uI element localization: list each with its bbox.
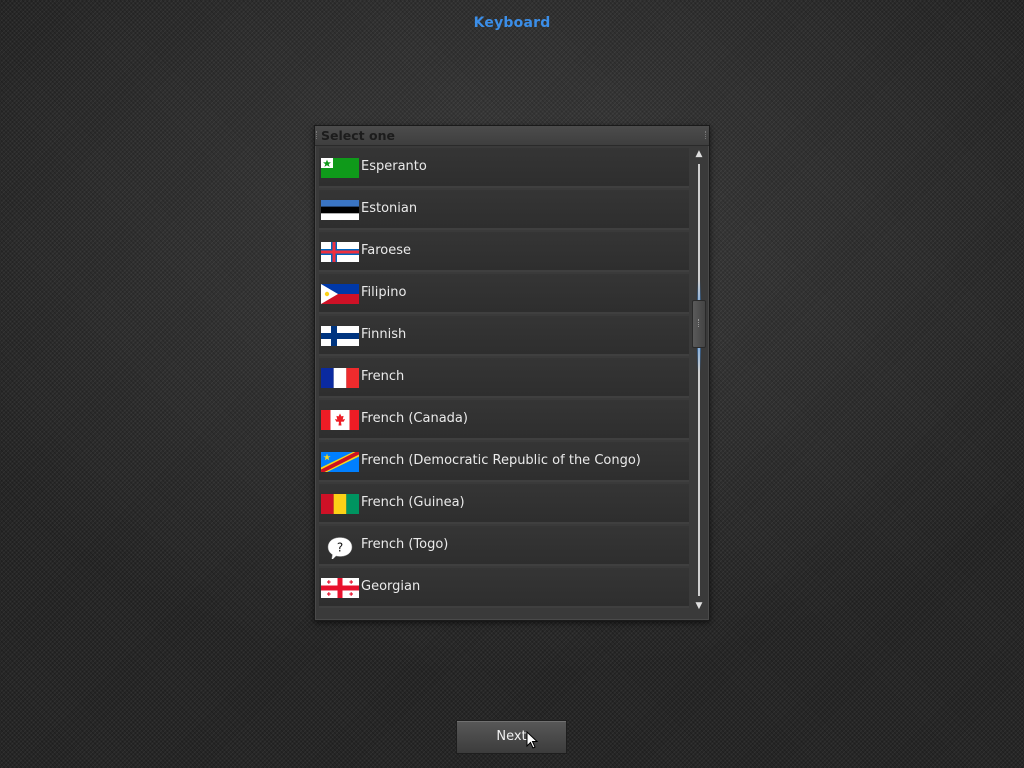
list-item-label: French (361, 369, 405, 384)
list-item-label: Filipino (361, 285, 407, 300)
list-item-french-guinea[interactable]: French (Guinea) (319, 484, 689, 524)
scrollbar-thumb[interactable] (692, 300, 706, 348)
georgia-flag-icon (321, 578, 359, 598)
grip-icon (705, 131, 708, 139)
list-item-french-togo[interactable]: ? French (Togo) (319, 526, 689, 566)
list-item-label: French (Togo) (361, 537, 449, 552)
svg-text:?: ? (337, 541, 343, 555)
philippines-flag-icon (321, 284, 359, 304)
scroll-down-arrow-icon[interactable]: ▼ (691, 600, 707, 612)
vertical-scrollbar[interactable]: ▲ ▼ (691, 148, 707, 618)
list-item-label: Faroese (361, 243, 412, 258)
list-item-esperanto[interactable]: Esperanto (319, 148, 689, 188)
unknown-flag-icon: ? (327, 537, 353, 559)
grip-icon (316, 131, 319, 139)
list-item-estonian[interactable]: Estonian (319, 190, 689, 230)
list-item-label: French (Democratic Republic of the Congo… (361, 453, 641, 468)
list-item-label: Estonian (361, 201, 418, 216)
dr-congo-flag-icon (321, 452, 359, 472)
estonia-flag-icon (321, 200, 359, 220)
language-list[interactable]: Esperanto Estonian Faroese Filipino Finn… (319, 148, 689, 618)
esperanto-flag-icon (321, 158, 359, 178)
list-item-label: Esperanto (361, 159, 427, 174)
list-item-georgian[interactable]: Georgian (319, 568, 689, 608)
list-item-faroese[interactable]: Faroese (319, 232, 689, 272)
scroll-up-arrow-icon[interactable]: ▲ (691, 148, 707, 160)
page-title: Keyboard (473, 15, 551, 31)
finland-flag-icon (321, 326, 359, 346)
next-button[interactable]: Next (456, 720, 567, 754)
list-item-french-canada[interactable]: French (Canada) (319, 400, 689, 440)
language-selector: Select one Esperanto Estonian Faroese Fi… (314, 125, 710, 621)
scrollbar-track[interactable] (698, 164, 700, 596)
mouse-pointer-icon (526, 731, 538, 749)
list-item-french-dr-congo[interactable]: French (Democratic Republic of the Congo… (319, 442, 689, 482)
faroe-islands-flag-icon (321, 242, 359, 262)
list-item-filipino[interactable]: Filipino (319, 274, 689, 314)
list-item-label: French (Canada) (361, 411, 468, 426)
canada-flag-icon (321, 410, 359, 430)
list-item-label: Georgian (361, 579, 421, 594)
france-flag-icon (321, 368, 359, 388)
list-item-french[interactable]: French (319, 358, 689, 398)
list-item-label: French (Guinea) (361, 495, 465, 510)
guinea-flag-icon (321, 494, 359, 514)
selector-title: Select one (321, 128, 395, 143)
selector-header: Select one (315, 126, 709, 146)
list-item-finnish[interactable]: Finnish (319, 316, 689, 356)
list-item-label: Finnish (361, 327, 407, 342)
